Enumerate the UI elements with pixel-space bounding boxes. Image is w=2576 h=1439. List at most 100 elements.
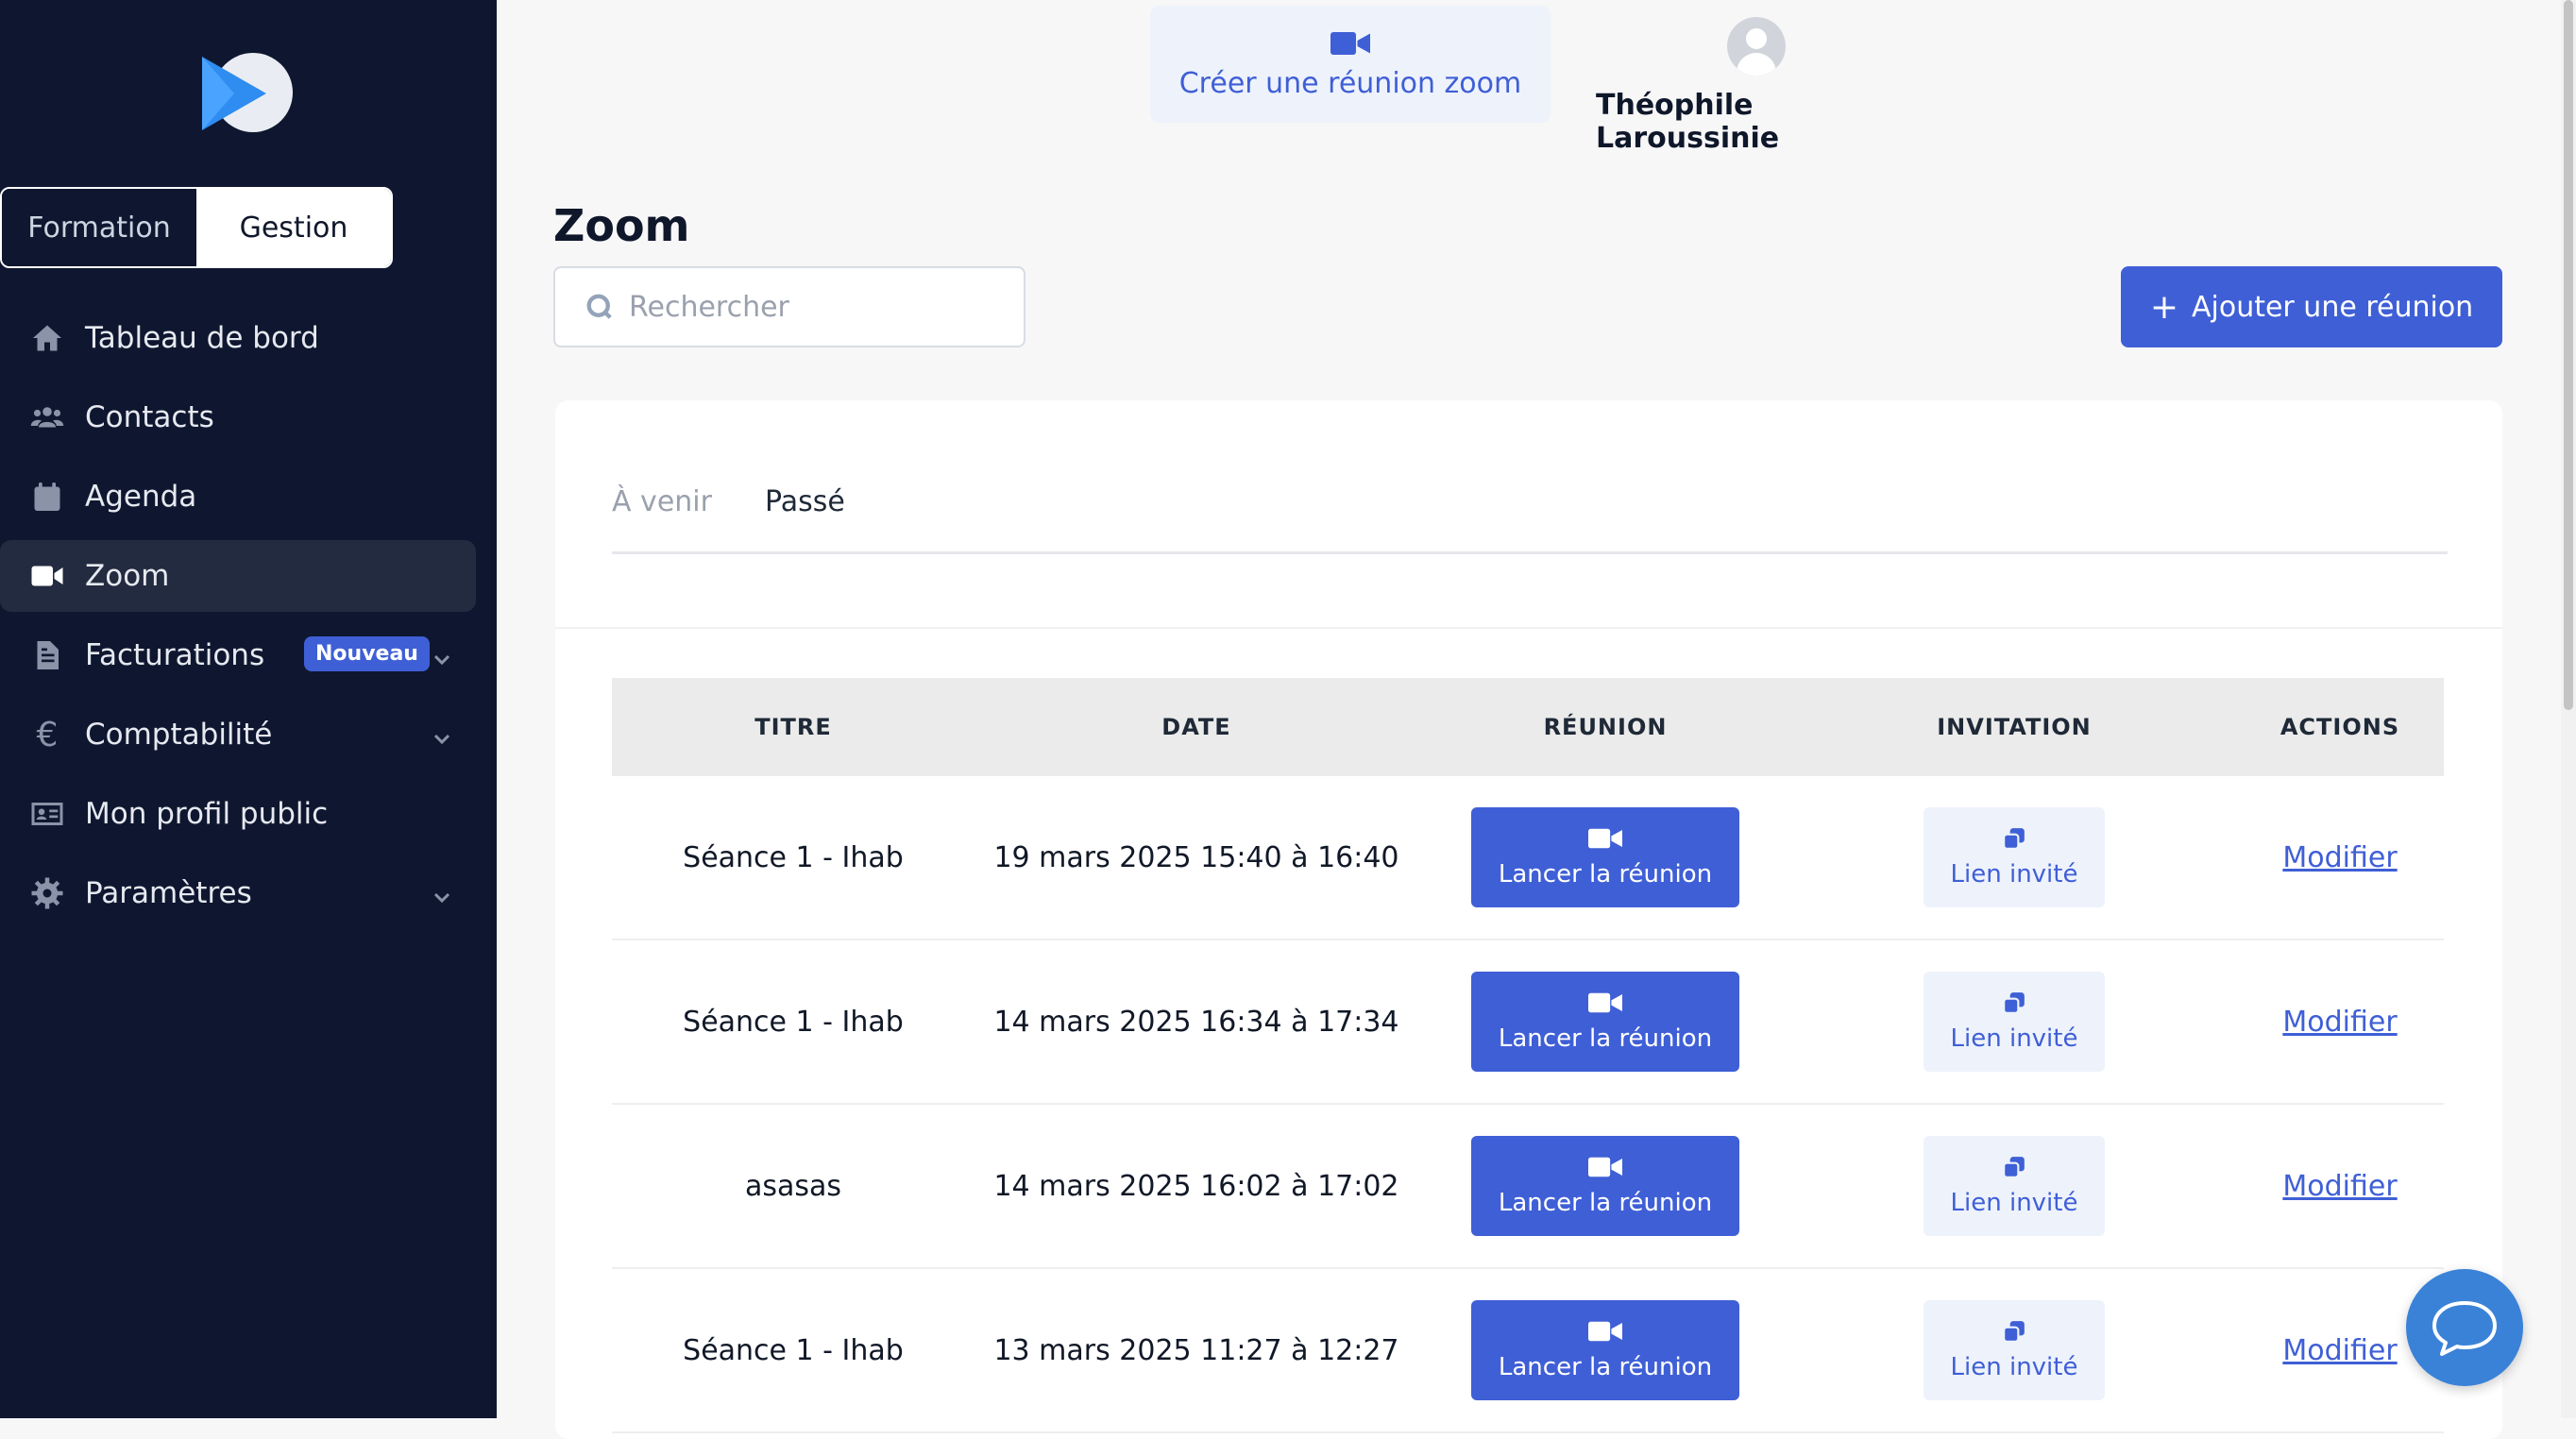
search-box (553, 266, 1025, 347)
column-header-date: DATE (1161, 714, 1231, 740)
guest-link-label: Lien invité (1950, 1353, 2078, 1381)
chat-button[interactable] (2406, 1269, 2523, 1386)
launch-meeting-button[interactable]: Lancer la réunion (1471, 1136, 1739, 1236)
video-icon (1330, 31, 1370, 55)
gear-icon (28, 874, 66, 912)
guest-link-label: Lien invité (1950, 1189, 2078, 1217)
new-badge: Nouveau (304, 636, 430, 671)
euro-icon: € (36, 715, 59, 754)
video-icon (1588, 1157, 1622, 1177)
mode-gestion-button[interactable]: Gestion (196, 189, 391, 266)
meeting-title: asasas (744, 1169, 842, 1203)
create-zoom-meeting-button[interactable]: Créer une réunion zoom (1150, 6, 1551, 123)
chevron-down-icon[interactable] (431, 644, 453, 667)
sidebar-item-comptabilite[interactable]: € Comptabilité (0, 699, 476, 770)
meetings-panel: À venir Passé TITRE DATE RÉUNION INVITAT… (555, 400, 2502, 1439)
sidebar-item-label: Tableau de bord (85, 321, 319, 355)
table-header: TITRE DATE RÉUNION INVITATION ACTIONS (612, 678, 2444, 776)
sidebar-item-zoom[interactable]: Zoom (0, 540, 476, 612)
calendar-icon (28, 478, 66, 516)
meeting-date: 14 mars 2025 16:34 à 17:34 (993, 1005, 1399, 1039)
sidebar-item-label: Paramètres (85, 876, 252, 910)
mode-switch: Formation Gestion (0, 187, 393, 268)
page-title: Zoom (553, 200, 690, 251)
sidebar-item-parametres[interactable]: Paramètres (0, 857, 476, 929)
user-name: Théophile Laroussinie (1596, 89, 1780, 155)
column-header-actions: ACTIONS (2279, 714, 2400, 740)
meeting-title: Séance 1 - Ihab (683, 1005, 904, 1039)
sidebar-item-facturations[interactable]: Facturations Nouveau (0, 619, 476, 691)
tab-upcoming[interactable]: À venir (612, 485, 712, 518)
launch-meeting-button[interactable]: Lancer la réunion (1471, 807, 1739, 907)
sidebar-item-label: Facturations (85, 638, 265, 672)
sidebar-item-label: Comptabilité (85, 718, 273, 752)
sidebar-item-label: Zoom (85, 559, 170, 593)
launch-meeting-label: Lancer la réunion (1498, 1189, 1713, 1217)
chat-bubble-icon (2432, 1301, 2497, 1356)
sidebar-item-label: Mon profil public (85, 797, 329, 831)
launch-meeting-label: Lancer la réunion (1498, 1353, 1713, 1381)
video-icon (28, 557, 66, 595)
users-icon (28, 398, 66, 436)
meetings-table: TITRE DATE RÉUNION INVITATION ACTIONS Sé… (612, 678, 2444, 1433)
create-zoom-label: Créer une réunion zoom (1178, 66, 1522, 100)
divider (555, 627, 2502, 629)
scrollbar-thumb[interactable] (2564, 0, 2573, 710)
guest-link-label: Lien invité (1950, 1024, 2078, 1053)
modify-link[interactable]: Modifier (2282, 1334, 2397, 1367)
chevron-down-icon[interactable] (431, 723, 453, 746)
tabs: À venir Passé (612, 461, 2448, 554)
column-header-invitation: INVITATION (1937, 714, 2092, 740)
tab-past[interactable]: Passé (765, 485, 845, 518)
sidebar-item-contacts[interactable]: Contacts (0, 381, 476, 453)
sidebar-nav: Tableau de bord Contacts Agenda Zoom Fac (0, 302, 497, 937)
table-row: Séance 1 - Ihab 13 mars 2025 11:27 à 12:… (612, 1269, 2444, 1433)
table-row: asasas 14 mars 2025 16:02 à 17:02 Lancer… (612, 1105, 2444, 1269)
guest-link-button[interactable]: Lien invité (1924, 1300, 2105, 1400)
home-icon (28, 319, 66, 357)
copy-icon (2003, 992, 2025, 1014)
meeting-date: 13 mars 2025 11:27 à 12:27 (993, 1333, 1399, 1367)
id-card-icon (28, 795, 66, 833)
mode-formation-button[interactable]: Formation (2, 189, 196, 266)
video-icon (1588, 1321, 1622, 1342)
guest-link-label: Lien invité (1950, 860, 2078, 889)
search-input[interactable] (627, 289, 1008, 325)
modify-link[interactable]: Modifier (2282, 1170, 2397, 1203)
search-icon (586, 294, 612, 319)
guest-link-button[interactable]: Lien invité (1924, 972, 2105, 1072)
copy-icon (2003, 828, 2025, 850)
add-meeting-button[interactable]: + Ajouter une réunion (2121, 266, 2502, 347)
sidebar-item-label: Contacts (85, 400, 214, 434)
meeting-title: Séance 1 - Ihab (683, 840, 904, 874)
avatar[interactable] (1727, 17, 1786, 76)
guest-link-button[interactable]: Lien invité (1924, 1136, 2105, 1236)
table-row: Séance 1 - Ihab 14 mars 2025 16:34 à 17:… (612, 940, 2444, 1105)
chevron-down-icon[interactable] (431, 882, 453, 905)
meeting-title: Séance 1 - Ihab (683, 1333, 904, 1367)
sidebar-item-label: Agenda (85, 480, 197, 514)
guest-link-button[interactable]: Lien invité (1924, 807, 2105, 907)
modify-link[interactable]: Modifier (2282, 1006, 2397, 1039)
copy-icon (2003, 1157, 2025, 1178)
meeting-date: 19 mars 2025 15:40 à 16:40 (993, 840, 1399, 874)
meeting-date: 14 mars 2025 16:02 à 17:02 (993, 1169, 1399, 1203)
launch-meeting-button[interactable]: Lancer la réunion (1471, 972, 1739, 1072)
sidebar: Formation Gestion Tableau de bord Contac… (0, 0, 497, 1418)
column-header-titre: TITRE (754, 714, 832, 740)
document-icon (28, 636, 66, 674)
sidebar-item-tableau-de-bord[interactable]: Tableau de bord (0, 302, 476, 374)
sidebar-item-mon-profil-public[interactable]: Mon profil public (0, 778, 476, 850)
page-scrollbar[interactable] (2561, 0, 2576, 1418)
add-meeting-label: Ajouter une réunion (2191, 290, 2474, 324)
video-icon (1588, 828, 1622, 849)
launch-meeting-label: Lancer la réunion (1498, 1024, 1713, 1053)
launch-meeting-button[interactable]: Lancer la réunion (1471, 1300, 1739, 1400)
sidebar-item-agenda[interactable]: Agenda (0, 461, 476, 533)
user-profile[interactable]: Théophile Laroussinie (1596, 17, 1917, 155)
app-logo[interactable] (200, 51, 295, 136)
column-header-reunion: RÉUNION (1543, 714, 1668, 740)
video-icon (1588, 992, 1622, 1013)
modify-link[interactable]: Modifier (2282, 841, 2397, 874)
copy-icon (2003, 1321, 2025, 1343)
